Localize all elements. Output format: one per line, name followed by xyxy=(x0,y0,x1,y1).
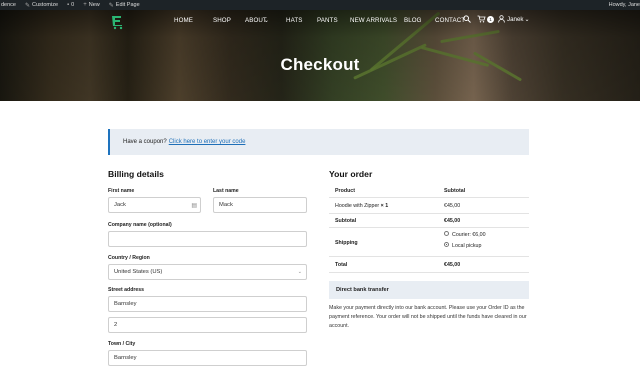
last-name-value: Mack xyxy=(219,202,233,208)
admin-bar: dence ✎ Customize ▪ 0 + New ✎ Edit Page Howd… xyxy=(0,0,640,10)
col-subtotal: Subtotal xyxy=(444,188,466,194)
street-2-value: 2 xyxy=(114,322,118,328)
street-address-2-field[interactable]: 2 xyxy=(108,317,307,333)
street-1-value: Barnsley xyxy=(114,301,137,307)
table-row: Total €45,00 xyxy=(329,257,529,273)
item-name-text: Hoodie with Zipper xyxy=(335,203,380,209)
main-nav: HOME SHOP ABOUT ⌄ HATS PANTS NEW ARRIVAL… xyxy=(174,17,465,24)
coupon-text: Have a coupon? xyxy=(123,139,167,145)
city-field[interactable]: Barnsley xyxy=(108,350,307,366)
subtotal-value: €45,00 xyxy=(444,218,461,224)
comment-icon: ▪ xyxy=(67,2,70,8)
user-icon[interactable] xyxy=(498,15,505,23)
order-heading: Your order xyxy=(329,169,373,179)
nav-icons: 1 Janek ⌄ xyxy=(463,15,530,23)
admin-edit-label: Edit Page xyxy=(115,2,140,8)
chevron-down-icon: ⌄ xyxy=(524,15,530,23)
admin-new[interactable]: + New xyxy=(83,2,100,8)
admin-comments[interactable]: ▪ 0 xyxy=(67,2,74,8)
subtotal-label: Subtotal xyxy=(335,218,357,224)
table-row: Hoodie with Zipper × 1 €45,00 xyxy=(329,198,529,214)
country-select[interactable]: United States (US) ⌄ xyxy=(108,264,307,280)
shipping-option-pickup[interactable]: Local pickup xyxy=(444,242,482,249)
nav-contact[interactable]: CONTACT xyxy=(435,17,465,24)
total-value: €45,00 xyxy=(444,262,461,268)
admin-customize[interactable]: ✎ Customize xyxy=(25,2,58,9)
table-row: Subtotal €45,00 xyxy=(329,214,529,228)
nav-hats[interactable]: HATS xyxy=(286,17,317,24)
admin-customize-label: Customize xyxy=(32,2,59,8)
total-label: Total xyxy=(335,262,348,268)
radio-icon[interactable] xyxy=(444,231,449,237)
pickup-label: Local pickup xyxy=(452,243,482,249)
company-field[interactable] xyxy=(108,231,307,247)
payment-description: Make your payment directly into our bank… xyxy=(329,305,527,329)
courier-label: Courier: €6,00 xyxy=(452,232,486,238)
country-label: Country / Region xyxy=(108,255,150,261)
user-name[interactable]: Janek xyxy=(507,16,524,23)
table-header-row: Product Subtotal xyxy=(329,185,529,198)
admin-howdy[interactable]: Howdy, Jane xyxy=(609,2,640,8)
chevron-down-icon: ⌄ xyxy=(297,269,302,275)
pencil-icon: ✎ xyxy=(108,2,114,9)
last-name-label: Last name xyxy=(213,188,239,194)
first-name-value: Jack xyxy=(114,202,126,208)
nav-pants[interactable]: PANTS xyxy=(317,17,350,24)
radio-selected-icon[interactable] xyxy=(444,242,449,248)
shipping-option-courier[interactable]: Courier: €6,00 xyxy=(444,231,486,238)
table-row: Shipping Courier: €6,00 Local pickup xyxy=(329,228,529,257)
item-qty: × 1 xyxy=(380,203,389,209)
country-value: United States (US) xyxy=(114,269,163,275)
nav-home[interactable]: HOME xyxy=(174,17,213,24)
nav-new-arrivals[interactable]: NEW ARRIVALS xyxy=(350,17,404,24)
city-label: Town / City xyxy=(108,341,136,347)
last-name-field[interactable]: Mack xyxy=(213,197,307,213)
first-name-field[interactable]: Jack ▤ xyxy=(108,197,201,213)
street-address-1-field[interactable]: Barnsley xyxy=(108,296,307,312)
nav-about[interactable]: ABOUT xyxy=(245,17,267,24)
city-value: Barnsley xyxy=(114,355,137,361)
cart-icon[interactable] xyxy=(477,15,486,23)
paintbrush-icon: ✎ xyxy=(25,2,31,9)
admin-edit-page[interactable]: ✎ Edit Page xyxy=(109,2,140,9)
item-name: Hoodie with Zipper × 1 xyxy=(335,203,388,209)
admin-comments-count: 0 xyxy=(71,2,75,8)
search-icon[interactable] xyxy=(463,15,471,23)
page-title: Checkout xyxy=(280,55,360,74)
coupon-notice: Have a coupon? Click here to enter your … xyxy=(108,129,529,155)
payment-method-bank-transfer[interactable]: Direct bank transfer xyxy=(329,281,529,299)
admin-site-label: dence xyxy=(1,2,16,8)
cart-count-badge: 1 xyxy=(487,15,494,23)
chevron-down-icon: ⌄ xyxy=(262,17,270,24)
first-name-label: First name xyxy=(108,188,135,194)
store-logo-icon[interactable] xyxy=(110,14,126,30)
nav-blog[interactable]: BLOG xyxy=(404,17,435,24)
shipping-label: Shipping xyxy=(335,240,358,246)
coupon-link[interactable]: Click here to enter your code xyxy=(169,139,246,145)
col-product: Product xyxy=(335,188,356,194)
plus-icon: + xyxy=(83,2,87,8)
billing-heading: Billing details xyxy=(108,169,164,179)
autofill-icon[interactable]: ▤ xyxy=(191,202,197,209)
street-label: Street address xyxy=(108,287,145,293)
admin-site[interactable]: dence xyxy=(1,2,16,8)
admin-new-label: New xyxy=(88,2,100,8)
order-table: Product Subtotal Hoodie with Zipper × 1 … xyxy=(329,185,529,273)
nav-shop[interactable]: SHOP xyxy=(213,17,245,24)
item-total: €45,00 xyxy=(444,203,461,209)
company-label: Company name (optional) xyxy=(108,222,172,228)
